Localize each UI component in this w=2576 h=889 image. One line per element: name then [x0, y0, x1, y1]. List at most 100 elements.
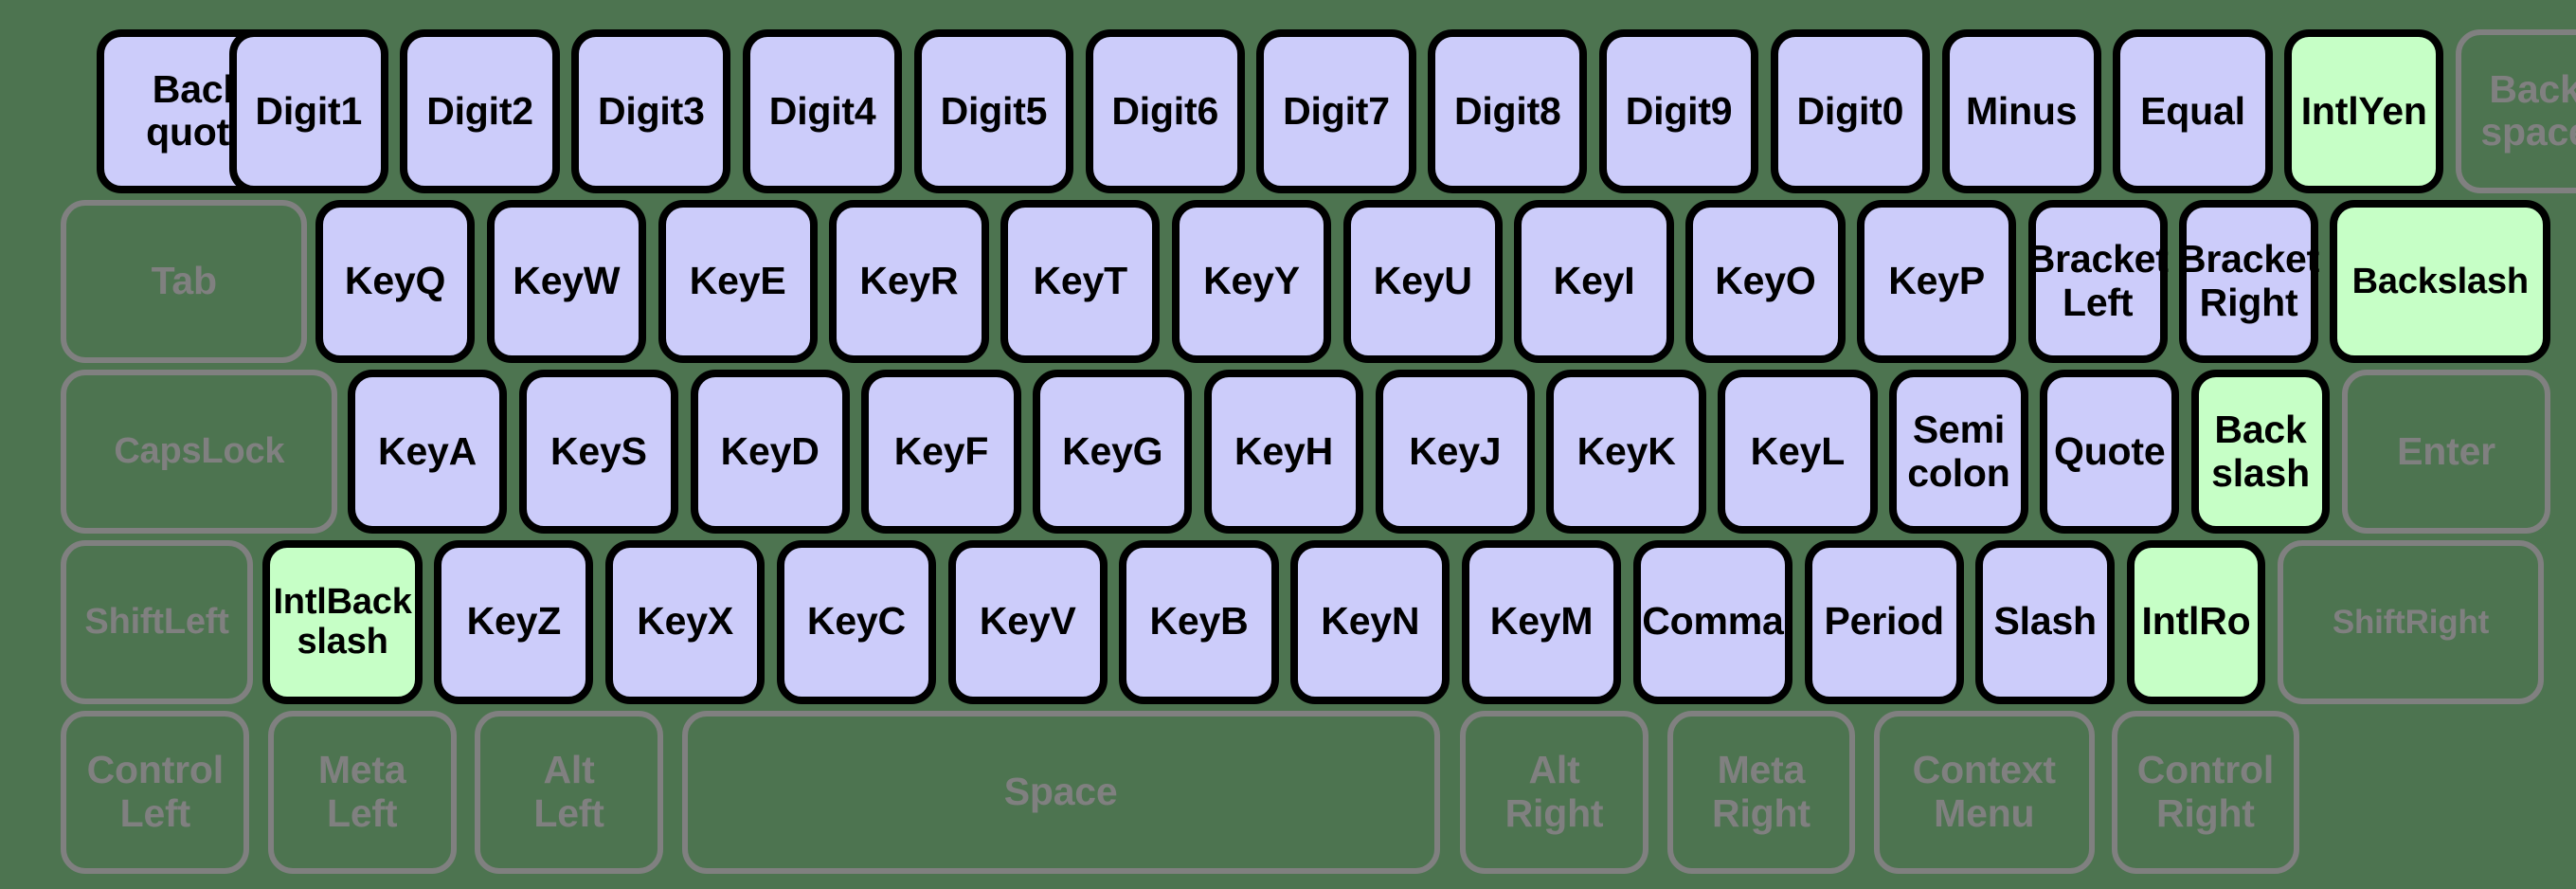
key-label: KeyI: [1553, 259, 1635, 303]
key-label: Digit7: [1283, 88, 1390, 133]
key-label: KeyX: [637, 599, 734, 644]
key-label: Meta Right: [1712, 748, 1810, 836]
key-key-c[interactable]: KeyC: [776, 540, 937, 704]
key-label: Equal: [2140, 88, 2245, 133]
key-digit7[interactable]: Digit7: [1256, 29, 1416, 193]
key-key-p[interactable]: KeyP: [1857, 199, 2017, 364]
key-label: Semi colon: [1907, 407, 2010, 495]
key-label: KeyP: [1888, 259, 1986, 303]
key-alt-right: Alt Right: [1460, 710, 1648, 875]
key-label: Backslash: [2351, 261, 2529, 301]
key-key-j[interactable]: KeyJ: [1375, 370, 1535, 535]
key-key-f[interactable]: KeyF: [861, 370, 1021, 535]
key-key-b[interactable]: KeyB: [1119, 540, 1279, 704]
key-label: Digit1: [255, 88, 363, 133]
key-key-t[interactable]: KeyT: [1000, 199, 1161, 364]
key-key-r[interactable]: KeyR: [829, 199, 989, 364]
key-key-d[interactable]: KeyD: [690, 370, 850, 535]
key-label: Meta Left: [317, 748, 406, 836]
key-key-y[interactable]: KeyY: [1171, 199, 1332, 364]
key-digit0[interactable]: Digit0: [1770, 29, 1930, 193]
key-digit9[interactable]: Digit9: [1598, 29, 1759, 193]
key-label: Alt Left: [533, 748, 604, 836]
key-label: KeyM: [1489, 599, 1594, 644]
key-label: KeyN: [1321, 599, 1420, 644]
key-label: KeyC: [806, 599, 906, 644]
key-key-z[interactable]: KeyZ: [434, 540, 594, 704]
key-key-i[interactable]: KeyI: [1514, 199, 1674, 364]
key-key-w[interactable]: KeyW: [486, 199, 646, 364]
key-backspace: Back space: [2455, 29, 2576, 193]
key-key-v[interactable]: KeyV: [947, 540, 1108, 704]
key-label: ShiftRight: [2332, 603, 2490, 641]
key-label: KeyD: [720, 428, 820, 473]
key-meta-right: Meta Right: [1666, 710, 1856, 875]
key-key-l[interactable]: KeyL: [1718, 370, 1878, 535]
key-equal[interactable]: Equal: [2113, 29, 2273, 193]
key-backslash[interactable]: Back slash: [2190, 370, 2331, 535]
key-label: Period: [1824, 599, 1944, 644]
key-minus[interactable]: Minus: [1941, 29, 2101, 193]
key-label: Digit8: [1453, 88, 1561, 133]
key-label: Bracket Left: [2027, 237, 2169, 325]
key-intl-backslash[interactable]: IntlBack slash: [262, 540, 423, 704]
key-digit3[interactable]: Digit3: [571, 29, 731, 193]
key-bracket-right[interactable]: Bracket Right: [2178, 199, 2319, 364]
key-label: Tab: [151, 259, 217, 303]
key-digit8[interactable]: Digit8: [1428, 29, 1588, 193]
key-label: KeyQ: [344, 259, 446, 303]
key-label: ShiftLeft: [84, 602, 229, 643]
key-caps-lock: CapsLock: [61, 370, 338, 535]
key-semicolon[interactable]: Semi colon: [1889, 370, 2028, 535]
key-key-a[interactable]: KeyA: [347, 370, 508, 535]
key-period[interactable]: Period: [1804, 540, 1964, 704]
key-label: Comma: [1642, 599, 1784, 644]
key-key-x[interactable]: KeyX: [605, 540, 766, 704]
key-label: Digit4: [768, 88, 876, 133]
key-label: Bracket Right: [2178, 237, 2320, 325]
key-intl-ro[interactable]: IntlRo: [2126, 540, 2266, 704]
key-key-q[interactable]: KeyQ: [315, 199, 476, 364]
key-backslash[interactable]: Backslash: [2330, 199, 2551, 364]
key-label: Space: [1003, 770, 1118, 814]
key-tab: Tab: [61, 199, 307, 364]
key-key-m[interactable]: KeyM: [1461, 540, 1622, 704]
key-label: Back space: [2480, 66, 2576, 154]
key-intl-yen[interactable]: IntlYen: [2284, 29, 2444, 193]
key-slash[interactable]: Slash: [1975, 540, 2116, 704]
key-label: Quote: [2054, 428, 2166, 473]
key-label: Enter: [2397, 428, 2495, 473]
key-label: Digit3: [597, 88, 705, 133]
key-label: KeyW: [513, 259, 621, 303]
key-digit6[interactable]: Digit6: [1085, 29, 1245, 193]
key-label: KeyA: [378, 428, 477, 473]
key-label: Control Left: [86, 748, 225, 836]
key-label: Back slash: [2211, 407, 2310, 495]
key-label: Context Menu: [1912, 748, 2056, 836]
key-label: Control Right: [2136, 748, 2275, 836]
key-key-s[interactable]: KeyS: [518, 370, 678, 535]
key-context-menu: Context Menu: [1873, 710, 2095, 875]
key-label: IntlYen: [2300, 88, 2427, 133]
key-label: KeyR: [859, 259, 959, 303]
key-digit4[interactable]: Digit4: [743, 29, 903, 193]
key-shift-left: ShiftLeft: [61, 540, 253, 704]
key-digit5[interactable]: Digit5: [913, 29, 1074, 193]
key-label: Digit9: [1625, 88, 1733, 133]
key-key-h[interactable]: KeyH: [1203, 370, 1364, 535]
key-label: IntlBack slash: [273, 581, 412, 662]
key-label: KeyS: [549, 428, 647, 473]
key-key-k[interactable]: KeyK: [1546, 370, 1706, 535]
key-digit2[interactable]: Digit2: [400, 29, 560, 193]
key-label: KeyY: [1203, 259, 1300, 303]
key-key-g[interactable]: KeyG: [1033, 370, 1193, 535]
key-label: KeyK: [1576, 428, 1676, 473]
key-bracket-left[interactable]: Bracket Left: [2027, 199, 2169, 364]
key-key-e[interactable]: KeyE: [658, 199, 818, 364]
key-key-u[interactable]: KeyU: [1342, 199, 1503, 364]
key-key-n[interactable]: KeyN: [1290, 540, 1450, 704]
key-digit1[interactable]: Digit1: [228, 29, 388, 193]
key-quote[interactable]: Quote: [2040, 370, 2180, 535]
key-comma[interactable]: Comma: [1632, 540, 1792, 704]
key-key-o[interactable]: KeyO: [1685, 199, 1846, 364]
